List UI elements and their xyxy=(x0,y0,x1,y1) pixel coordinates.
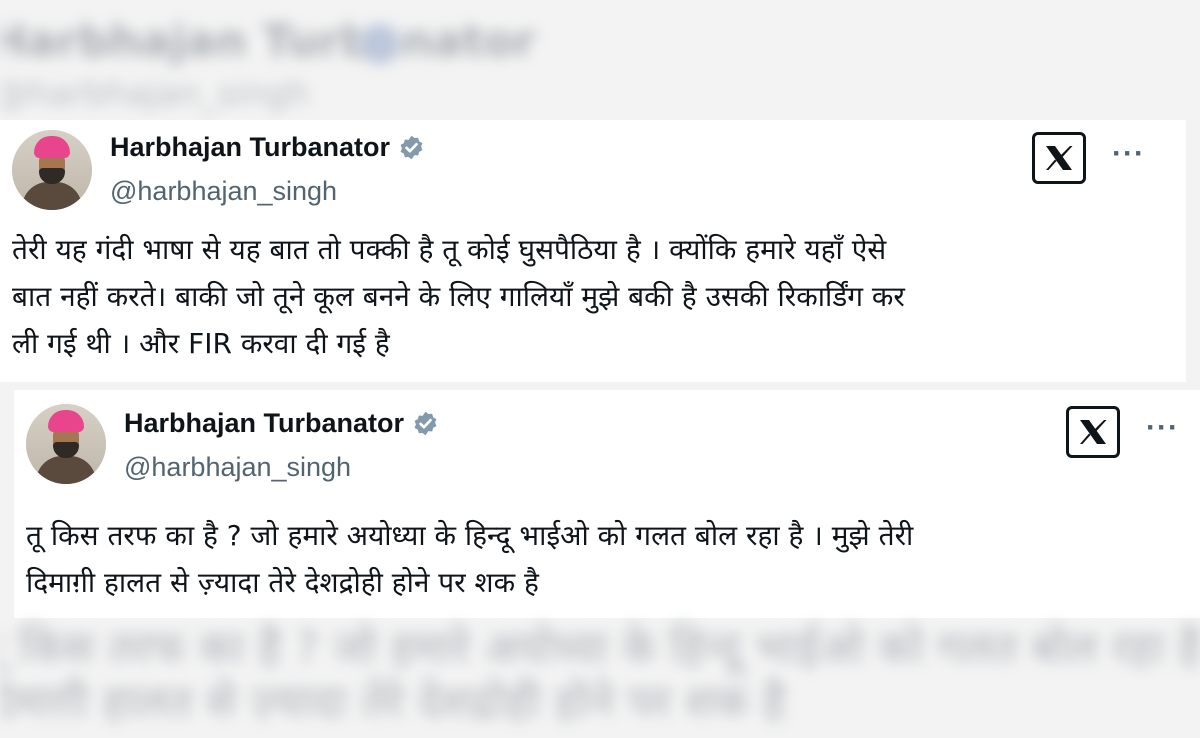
tweet-text-line: तेरी यह गंदी भाषा से यह बात तो पक्की है … xyxy=(12,233,887,266)
more-options-icon[interactable]: ··· xyxy=(1112,139,1145,169)
blurred-text-line: तू किस तरफ का है ? जो हमारे अयोध्या के ह… xyxy=(0,623,1200,674)
author-name-row: Harbhajan Turbanator xyxy=(124,408,439,439)
tweet-card-2: Harbhajan Turbanator @harbhajan_singh ··… xyxy=(14,390,1200,618)
verified-badge-icon xyxy=(400,135,423,160)
x-logo-icon[interactable] xyxy=(1066,406,1120,458)
tweet-text: तेरी यह गंदी भाषा से यह बात तो पक्की है … xyxy=(12,226,905,367)
author-name[interactable]: Harbhajan Turbanator xyxy=(124,408,404,439)
tweet-text-line: तू किस तरफ का है ? जो हमारे अयोध्या के ह… xyxy=(26,519,914,552)
blurred-background-header: Harbhajan Turbanator @harbhajan_singh xyxy=(0,0,1200,124)
x-logo-glyph xyxy=(1080,420,1107,444)
tweet-text: तू किस तरफ का है ? जो हमारे अयोध्या के ह… xyxy=(26,512,913,606)
x-logo-glyph xyxy=(1046,146,1073,170)
author-handle[interactable]: @harbhajan_singh xyxy=(110,176,337,207)
avatar[interactable] xyxy=(26,404,106,484)
author-name[interactable]: Harbhajan Turbanator xyxy=(110,132,390,163)
author-name-row: Harbhajan Turbanator xyxy=(110,132,425,163)
tweet-text-line: बात नहीं करते। बाकी जो तूने कूल बनने के … xyxy=(12,280,905,313)
more-options-icon[interactable]: ··· xyxy=(1146,413,1179,443)
tweet-text-line: ली गई थी । और FIR करवा दी गई है xyxy=(12,327,390,360)
blurred-background-text: तू किस तरफ का है ? जो हमारे अयोध्या के ह… xyxy=(0,614,1200,738)
verified-badge-icon xyxy=(414,411,437,436)
blurred-verified-badge xyxy=(360,24,400,64)
avatar[interactable] xyxy=(12,130,92,210)
tweet-card-1: Harbhajan Turbanator @harbhajan_singh ··… xyxy=(0,120,1186,382)
blurred-name: Harbhajan Turbanator xyxy=(0,16,536,67)
blurred-text-line: दिमाग़ी हालत से ज़्यादा तेरे देशद्रोही ह… xyxy=(0,677,786,728)
x-logo-icon[interactable] xyxy=(1032,132,1086,184)
author-handle[interactable]: @harbhajan_singh xyxy=(124,452,351,483)
tweet-text-line: दिमाग़ी हालत से ज़्यादा तेरे देशद्रोही ह… xyxy=(26,566,539,599)
blurred-handle: @harbhajan_singh xyxy=(0,74,309,114)
